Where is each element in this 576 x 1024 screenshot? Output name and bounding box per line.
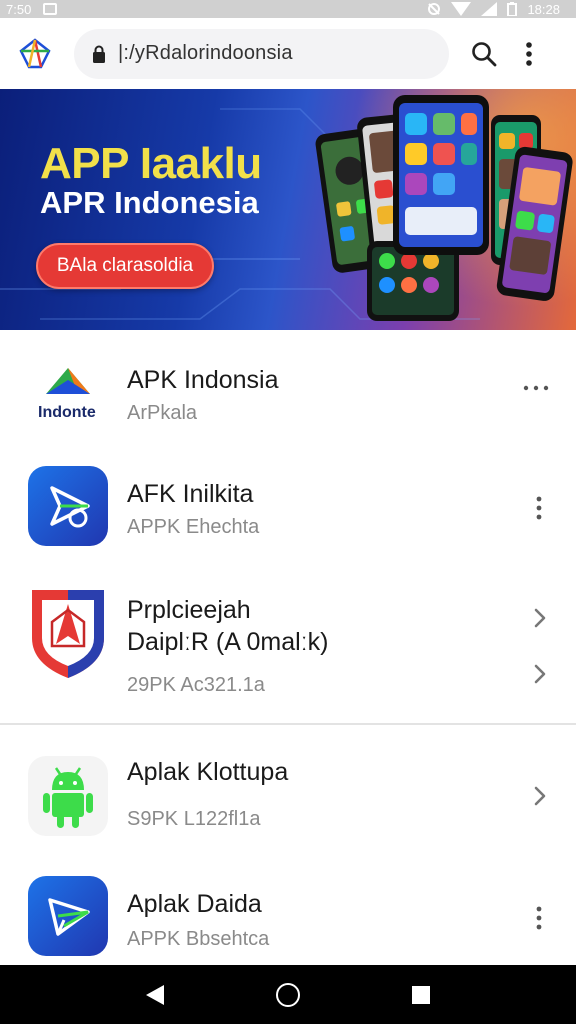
list-item[interactable]: Indonte APK Indonsia ArPkala xyxy=(0,330,576,442)
section-divider xyxy=(0,723,576,725)
home-icon[interactable] xyxy=(275,982,301,1008)
recents-icon[interactable] xyxy=(410,984,432,1006)
list-item[interactable]: AFK Inilkita APPK Ehechta xyxy=(0,452,576,560)
battery-icon xyxy=(507,2,518,16)
promo-banner[interactable]: APP Iaaklu APR Indonesia BAla clarasoldi… xyxy=(0,89,576,330)
system-nav-bar xyxy=(0,965,576,1024)
open-button[interactable] xyxy=(522,778,558,814)
app-icon-aplak-klottupa xyxy=(28,756,108,836)
app-subtitle: APPK Bbsehtca xyxy=(127,928,270,950)
chevron-right-icon xyxy=(534,786,546,806)
app-title: Aplak Daida xyxy=(127,890,262,918)
chevron-right-icon xyxy=(534,608,546,628)
list-item[interactable]: Aplak Daida APPK Bbsehtca xyxy=(0,862,576,965)
app-subtitle: S9PK L122fl1a xyxy=(127,808,261,830)
mute-icon xyxy=(428,3,441,15)
overflow-menu-icon[interactable] xyxy=(525,41,533,67)
android-icon xyxy=(43,767,93,828)
back-icon[interactable] xyxy=(144,983,166,1007)
app-title: APK Indonsia xyxy=(127,366,279,394)
open-button[interactable] xyxy=(522,600,558,636)
status-clock: 18:28 xyxy=(527,1,560,17)
banner-subtitle: APR Indonesia xyxy=(40,185,259,220)
lock-icon xyxy=(93,45,105,63)
more-options-button[interactable] xyxy=(521,900,557,936)
more-horizontal-icon xyxy=(523,385,549,391)
chevron-right-icon xyxy=(534,664,546,684)
site-logo-icon[interactable] xyxy=(18,37,52,71)
app-icon-prplcieejah xyxy=(28,582,108,680)
url-bar[interactable]: |:/yRdalorindoonsia xyxy=(74,28,449,79)
app-title: Aplak Klottupa xyxy=(127,758,289,786)
more-vertical-icon xyxy=(536,906,542,930)
signal-icon xyxy=(481,2,498,16)
app-title: AFK Inilkita xyxy=(127,480,254,508)
app-icon-apk-indonesia: Indonte xyxy=(28,352,108,432)
more-options-button[interactable] xyxy=(518,370,554,406)
shield-icon xyxy=(32,590,104,678)
more-options-button[interactable] xyxy=(521,490,557,526)
app-icon-afk-inilkita xyxy=(28,466,108,546)
list-item[interactable]: Aplak Klottupa S9PK L122fl1a xyxy=(0,740,576,852)
app-subtitle: APPK Ehechta xyxy=(127,516,260,538)
app-icon-label: Indonte xyxy=(38,404,96,421)
app-title: Prplcieejah xyxy=(127,596,251,624)
banner-title: APP Iaaklu xyxy=(40,139,262,188)
wifi-icon xyxy=(451,2,472,16)
app-subtitle: 29PK Ac321.1a xyxy=(127,674,265,696)
paper-plane-icon xyxy=(48,898,90,936)
app-title-secondary: DaiplːR (A 0malːk) xyxy=(127,628,329,656)
url-text[interactable]: |:/yRdalorindoonsia xyxy=(118,42,293,65)
notification-icon xyxy=(43,3,58,15)
paper-plane-icon xyxy=(50,486,90,528)
browser-toolbar: |:/yRdalorindoonsia xyxy=(0,18,576,89)
status-bar: 7:50 18:28 xyxy=(0,0,576,18)
open-button[interactable] xyxy=(522,656,558,692)
app-subtitle: ArPkala xyxy=(127,402,198,424)
banner-cta-button[interactable]: BAla clarasoldia xyxy=(36,243,214,289)
search-icon[interactable] xyxy=(471,41,497,67)
app-icon-aplak-daida xyxy=(28,876,108,956)
list-item[interactable]: Prplcieejah DaiplːR (A 0malːk) 29PK Ac32… xyxy=(0,570,576,710)
phones-illustration xyxy=(315,95,573,321)
more-vertical-icon xyxy=(536,496,542,520)
status-time: 7:50 xyxy=(6,1,32,17)
